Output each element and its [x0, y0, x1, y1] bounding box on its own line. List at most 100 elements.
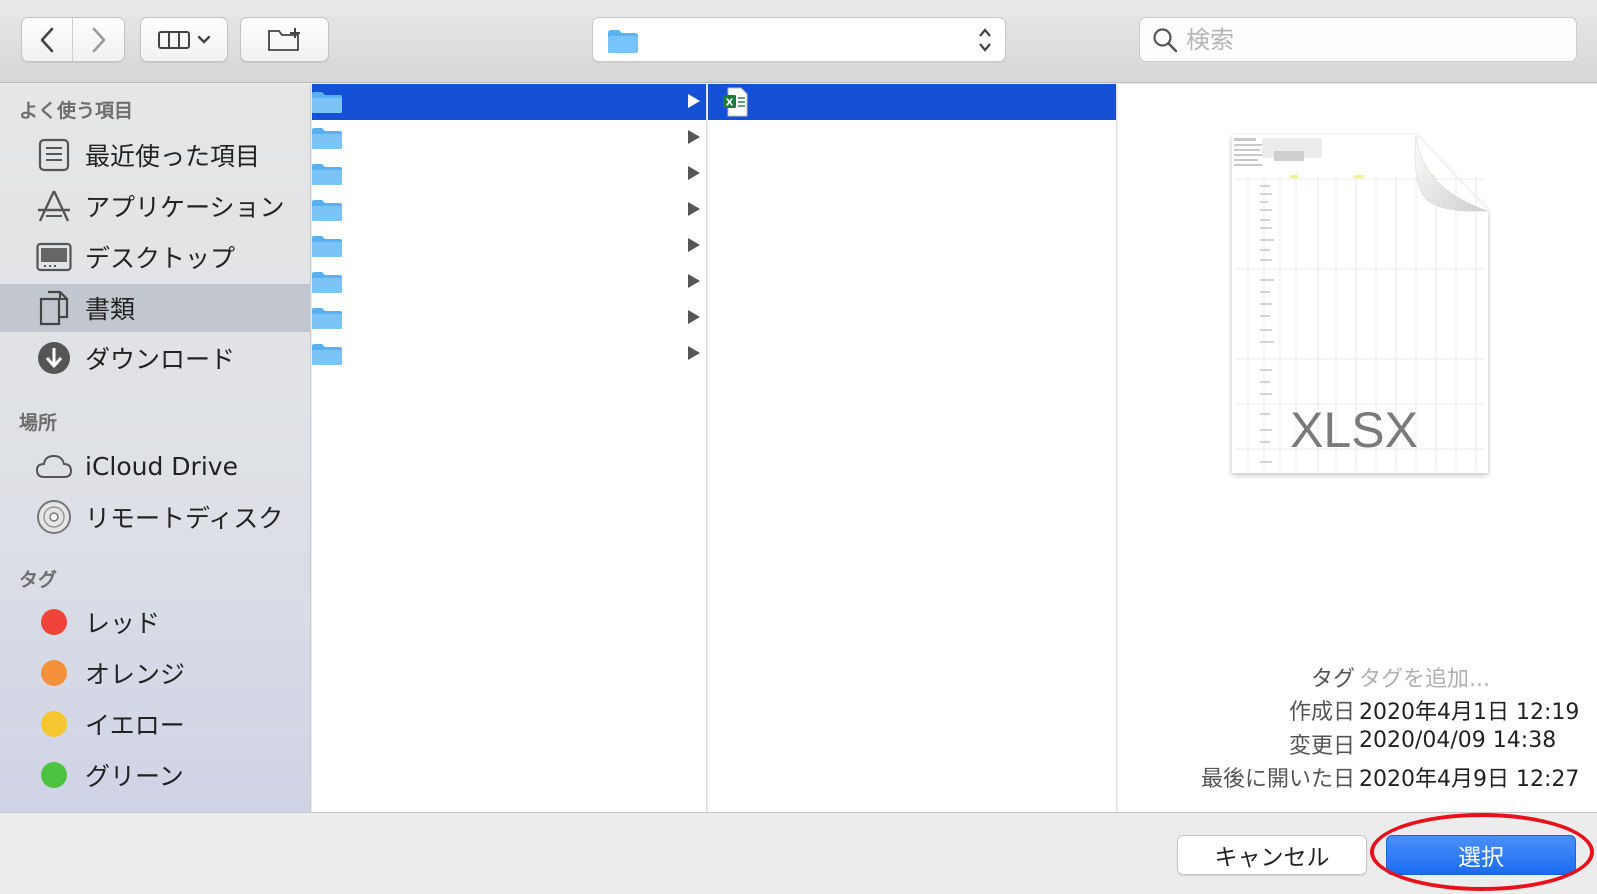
created-row: 作成日 2020年4月1日 12:19 [1118, 694, 1597, 726]
folder-row[interactable] [312, 192, 706, 228]
cancel-button[interactable]: キャンセル [1177, 835, 1367, 875]
folder-icon [312, 272, 342, 293]
excel-file-icon: X [723, 87, 748, 117]
svg-text:X: X [726, 98, 734, 109]
tags-header: タグ [19, 569, 58, 591]
view-options-button[interactable] [140, 17, 228, 62]
dialog-button-bar: キャンセル 選択 [0, 812, 1597, 894]
last-opened-label: 最後に開いた日 [1200, 767, 1355, 792]
forward-button[interactable] [73, 18, 124, 61]
sidebar-item-downloads[interactable]: ダウンロード [0, 334, 310, 382]
browser-column-files: X [708, 84, 1117, 812]
last-opened-value: 2020年4月9日 12:27 [1359, 767, 1580, 792]
select-button[interactable]: 選択 [1386, 835, 1576, 875]
path-popup[interactable] [592, 17, 1006, 62]
red-tag-icon [41, 609, 67, 635]
disclosure-arrow-icon [688, 238, 700, 252]
column-view-icon [158, 30, 190, 49]
sidebar-item-tag-orange[interactable]: オレンジ [0, 649, 310, 697]
folder-icon [312, 92, 342, 113]
file-row[interactable]: X [708, 84, 1116, 120]
folder-row[interactable] [312, 300, 706, 336]
chevron-right-icon [92, 27, 105, 52]
toolbar [0, 0, 1597, 83]
cloud-icon [35, 448, 73, 484]
disclosure-arrow-icon [688, 130, 700, 144]
folder-icon [312, 236, 342, 257]
sidebar-item-desktop[interactable]: デスクトップ [0, 233, 310, 281]
yellow-tag-icon [41, 711, 67, 737]
modified-label: 変更日 [1288, 734, 1355, 759]
tag-row: タグ タグを追加... [1118, 661, 1597, 693]
disclosure-arrow-icon [688, 94, 700, 108]
disclosure-arrow-icon [688, 346, 700, 360]
new-folder-icon [267, 27, 300, 51]
new-folder-button[interactable] [240, 17, 329, 62]
folder-row[interactable] [312, 264, 706, 300]
sidebar-item-recents[interactable]: 最近使った項目 [0, 131, 310, 179]
sidebar-item-tag-green[interactable]: グリーン [0, 751, 310, 799]
sidebar-item-label: 書類 [85, 295, 136, 324]
preview-pane: XLSX タグ タグを追加... 作成日 2020年4月1日 12:19 変更日… [1118, 84, 1597, 812]
applications-icon [35, 188, 73, 224]
folder-icon [312, 164, 342, 185]
back-button[interactable] [22, 18, 74, 61]
last-opened-row: 最後に開いた日 2020年4月9日 12:27 [1118, 761, 1597, 793]
disclosure-arrow-icon [688, 274, 700, 288]
sidebar: よく使う項目 最近使った項目 アプリケーション デスクトップ 書類 ダウンロード… [0, 84, 311, 812]
sidebar-item-remote-disc[interactable]: リモートディスク [0, 493, 310, 541]
sidebar-item-label: オレンジ [85, 660, 186, 689]
browser-column-folders [312, 84, 707, 812]
folder-icon [312, 128, 342, 149]
sidebar-item-tag-yellow[interactable]: イエロー [0, 700, 310, 748]
xlsx-document-thumbnail: XLSX [1232, 134, 1489, 473]
search-field[interactable] [1139, 17, 1577, 62]
modified-value: 2020/04/09 14:38 [1359, 728, 1557, 753]
disclosure-arrow-icon [688, 202, 700, 216]
folder-row[interactable] [312, 228, 706, 264]
sidebar-item-documents[interactable]: 書類 [0, 284, 310, 332]
sidebar-item-label: 最近使った項目 [85, 142, 261, 171]
sidebar-item-icloud-drive[interactable]: iCloud Drive [0, 442, 310, 490]
created-label: 作成日 [1288, 700, 1355, 725]
updown-chevron-icon [979, 28, 991, 52]
nav-buttons [21, 17, 125, 62]
folder-icon [608, 30, 638, 53]
created-value: 2020年4月1日 12:19 [1359, 700, 1580, 725]
chevron-down-icon [197, 35, 211, 44]
chevron-left-icon [40, 27, 54, 52]
downloads-icon [35, 340, 73, 376]
folder-icon [312, 200, 342, 221]
sidebar-item-label: アプリケーション [85, 193, 285, 222]
folder-row[interactable] [312, 156, 706, 192]
locations-header: 場所 [19, 412, 58, 434]
folder-row[interactable] [312, 120, 706, 156]
sidebar-item-tag-red[interactable]: レッド [0, 598, 310, 646]
sidebar-item-label: リモートディスク [85, 504, 284, 533]
desktop-icon [35, 239, 73, 275]
green-tag-icon [41, 762, 67, 788]
folder-icon [312, 308, 342, 329]
orange-tag-icon [41, 660, 67, 686]
disclosure-arrow-icon [688, 166, 700, 180]
favorites-header: よく使う項目 [19, 100, 134, 122]
recents-icon [35, 137, 73, 173]
sidebar-item-label: グリーン [85, 762, 184, 791]
sidebar-item-label: イエロー [85, 711, 185, 740]
sidebar-item-label: ダウンロード [85, 345, 236, 374]
documents-icon [35, 290, 73, 326]
disclosure-arrow-icon [688, 310, 700, 324]
sidebar-item-label: デスクトップ [85, 244, 236, 273]
folder-icon [312, 344, 342, 365]
search-input[interactable] [1186, 25, 1556, 54]
sidebar-item-label: iCloud Drive [85, 451, 238, 481]
folder-row[interactable] [312, 336, 706, 372]
disc-icon [35, 499, 73, 535]
folder-row[interactable] [312, 84, 706, 120]
file-type-label: XLSX [1290, 402, 1418, 458]
tag-label: タグ [1310, 667, 1355, 692]
add-tag-field[interactable]: タグを追加... [1359, 661, 1490, 693]
modified-row: 変更日 2020/04/09 14:38 [1118, 728, 1597, 760]
sidebar-item-applications[interactable]: アプリケーション [0, 182, 310, 230]
search-icon [1153, 27, 1178, 52]
